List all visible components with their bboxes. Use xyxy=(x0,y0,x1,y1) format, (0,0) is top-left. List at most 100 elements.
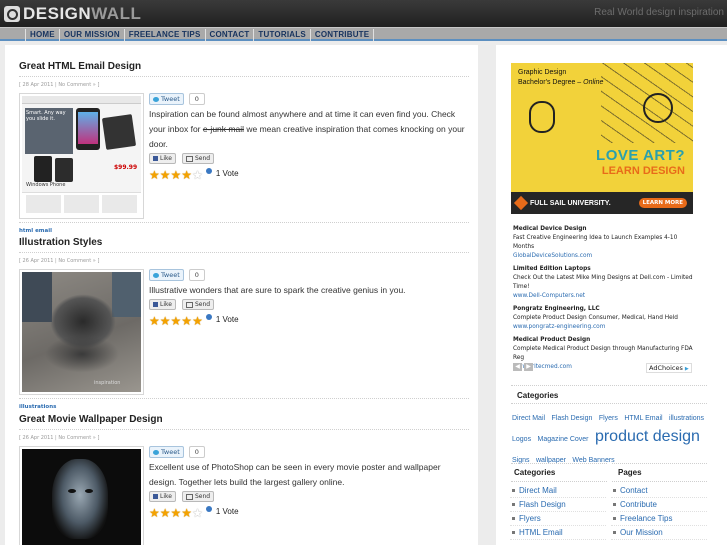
tag-cloud-link[interactable]: Flyers xyxy=(599,415,618,422)
tweet-row: Tweet 0 xyxy=(149,446,467,458)
text-ad-body: Check Out the Latest Mike Ming Designs a… xyxy=(513,275,693,290)
tag-cloud-link[interactable]: Logos xyxy=(512,436,531,443)
page-link[interactable]: Freelance Tips xyxy=(611,512,707,526)
facebook-like-button[interactable]: Like xyxy=(149,299,176,310)
text-ad-title[interactable]: Limited Edition Laptops xyxy=(513,265,695,274)
text-ad-title[interactable]: Medical Product Design xyxy=(513,336,695,345)
category-link[interactable]: Direct Mail xyxy=(510,484,606,498)
post-meta: [ 26 Apr 2011 | No Comment » ] xyxy=(19,258,100,264)
sidebar: Graphic Design Bachelor's Degree – Onlin… xyxy=(496,45,727,545)
nav-tutorials[interactable]: TUTORIALS xyxy=(254,29,311,41)
tweet-button[interactable]: Tweet xyxy=(149,269,184,281)
star-filled-icon[interactable]: ★ xyxy=(181,168,192,182)
star-filled-icon[interactable]: ★ xyxy=(171,506,182,520)
text-ad-body: Complete Medical Product Design through … xyxy=(513,346,693,361)
nav-contact[interactable]: CONTACT xyxy=(206,29,255,41)
tweet-count: 0 xyxy=(188,269,205,281)
categories-list-heading: Categories xyxy=(514,468,556,477)
star-filled-icon[interactable]: ★ xyxy=(171,168,182,182)
post-thumbnail[interactable]: inspiration xyxy=(19,269,144,395)
vote-count: 1 Vote xyxy=(215,314,239,324)
post-illustration-styles: Illustration Styles [ 26 Apr 2011 | No C… xyxy=(19,237,469,410)
text-ad[interactable]: Pongratz Engineering, LLC Complete Produ… xyxy=(513,305,695,332)
tag-cloud-link[interactable]: Flash Design xyxy=(552,415,593,422)
nav-our-mission[interactable]: OUR MISSION xyxy=(60,29,125,41)
ad-big-text-2: LEARN DESIGN xyxy=(601,165,685,177)
star-filled-icon[interactable]: ★ xyxy=(181,314,192,328)
tag-cloud-link[interactable]: Magazine Cover xyxy=(538,436,589,443)
ad-next-icon[interactable]: ▶ xyxy=(524,363,533,371)
facebook-send-button[interactable]: Send xyxy=(181,299,215,310)
post-excerpt: Illustrative wonders that are sure to sp… xyxy=(149,283,467,298)
thumbnail-caption: Smart. Any way you slide it. xyxy=(26,110,66,122)
star-filled-icon[interactable]: ★ xyxy=(181,506,192,520)
star-filled-icon[interactable]: ★ xyxy=(160,314,171,328)
nav-home[interactable]: HOME xyxy=(25,29,60,41)
post-tag[interactable]: illustrations xyxy=(19,404,56,410)
adchoices-link[interactable]: AdChoices xyxy=(646,363,692,373)
star-filled-icon[interactable]: ★ xyxy=(160,506,171,520)
star-filled-icon[interactable]: ★ xyxy=(149,168,160,182)
post-title[interactable]: Great Movie Wallpaper Design xyxy=(19,414,469,425)
star-rating[interactable]: ★★★★★ xyxy=(149,310,203,329)
tweet-button[interactable]: Tweet xyxy=(149,446,184,458)
post-thumbnail[interactable] xyxy=(19,446,144,545)
thumbnail-price: $99.99 xyxy=(114,164,138,171)
post-tag[interactable]: html email xyxy=(19,228,52,234)
vote-count: 1 Vote xyxy=(215,506,239,516)
text-ad-url[interactable]: www.Dell-Computers.net xyxy=(513,292,695,301)
post-title[interactable]: Illustration Styles xyxy=(19,237,469,248)
tweet-button[interactable]: Tweet xyxy=(149,93,184,105)
post-excerpt: Inspiration can be found almost anywhere… xyxy=(149,107,467,152)
main-nav-bar: HOME OUR MISSION FREELANCE TIPS CONTACT … xyxy=(0,27,727,41)
nav-contribute[interactable]: CONTRIBUTE xyxy=(311,29,375,41)
star-empty-icon[interactable]: ★ xyxy=(192,168,203,182)
star-filled-icon[interactable]: ★ xyxy=(149,506,160,520)
divider xyxy=(19,222,469,223)
learn-more-button[interactable]: LEARN MORE xyxy=(638,198,687,208)
post-thumbnail[interactable]: Smart. Any way you slide it. $99.99 Wind… xyxy=(19,93,144,219)
facebook-like-button[interactable]: Like xyxy=(149,153,176,164)
page-link[interactable]: Contribute xyxy=(611,498,707,512)
text-ad-url[interactable]: GlobalDeviceSolutions.com xyxy=(513,252,695,261)
page-link[interactable]: Our Mission xyxy=(611,526,707,540)
tweet-count: 0 xyxy=(188,93,205,105)
facebook-send-button[interactable]: Send xyxy=(181,491,215,502)
tag-cloud-link[interactable]: product design xyxy=(595,428,700,445)
pages-list: Contact Contribute Freelance Tips Our Mi… xyxy=(611,484,707,540)
rating-row: ★★★★★ 1 Vote xyxy=(149,167,467,181)
nav-freelance-tips[interactable]: FREELANCE TIPS xyxy=(125,29,206,41)
text-ad[interactable]: Medical Device Design Fast Creative Engi… xyxy=(513,225,695,261)
text-ad[interactable]: Limited Edition Laptops Check Out the La… xyxy=(513,265,695,301)
categories-list: Direct Mail Flash Design Flyers HTML Ema… xyxy=(510,484,606,540)
ad-banner[interactable]: Graphic Design Bachelor's Degree – Onlin… xyxy=(511,63,693,214)
ad-pager: ◀ ▶ xyxy=(513,363,535,371)
text-ad-url[interactable]: www.pongratz-engineering.com xyxy=(513,323,695,332)
facebook-like-button[interactable]: Like xyxy=(149,491,176,502)
post-title[interactable]: Great HTML Email Design xyxy=(19,61,469,72)
star-filled-icon[interactable]: ★ xyxy=(149,314,160,328)
star-filled-icon[interactable]: ★ xyxy=(171,314,182,328)
rating-row: ★★★★★ 1 Vote xyxy=(149,313,467,327)
star-rating[interactable]: ★★★★★ xyxy=(149,502,203,521)
divider xyxy=(612,463,707,464)
text-ad-title[interactable]: Medical Device Design xyxy=(513,225,695,234)
full-sail-logo-icon xyxy=(513,195,529,211)
site-logo[interactable]: DESIGNWALL xyxy=(4,4,141,23)
star-filled-icon[interactable]: ★ xyxy=(192,314,203,328)
text-ad-title[interactable]: Pongratz Engineering, LLC xyxy=(513,305,695,314)
tag-cloud-link[interactable]: Direct Mail xyxy=(512,415,545,422)
tag-cloud-link[interactable]: illustrations xyxy=(669,415,704,422)
category-link[interactable]: HTML Email xyxy=(510,526,606,540)
info-icon xyxy=(205,313,212,320)
category-link[interactable]: Flash Design xyxy=(510,498,606,512)
ad-prev-icon[interactable]: ◀ xyxy=(513,363,522,371)
page-link[interactable]: Contact xyxy=(611,484,707,498)
star-filled-icon[interactable]: ★ xyxy=(160,168,171,182)
thumbnail-image xyxy=(22,449,141,545)
star-rating[interactable]: ★★★★★ xyxy=(149,164,203,183)
star-empty-icon[interactable]: ★ xyxy=(192,506,203,520)
category-link[interactable]: Flyers xyxy=(510,512,606,526)
tag-cloud-link[interactable]: HTML Email xyxy=(624,415,662,422)
facebook-send-button[interactable]: Send xyxy=(181,153,215,164)
